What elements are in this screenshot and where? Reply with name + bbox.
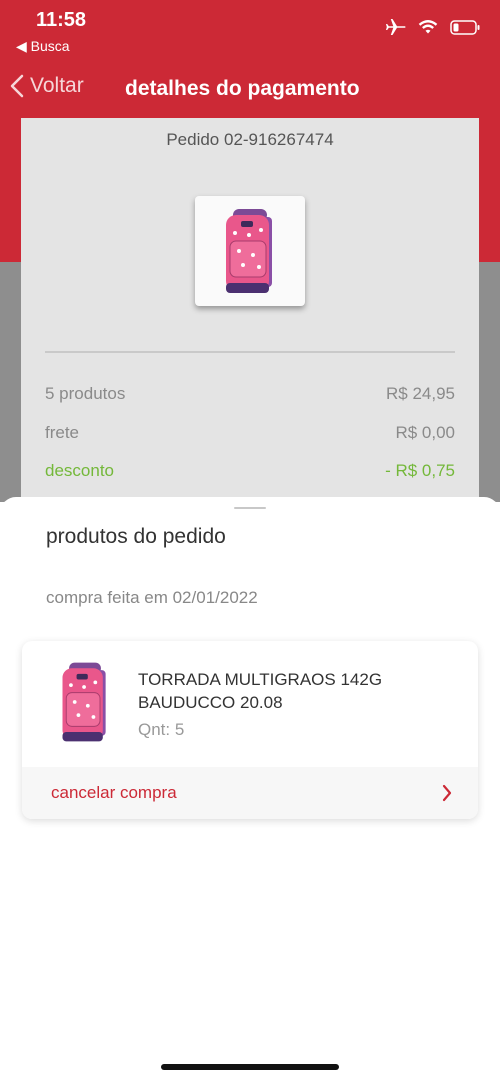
sheet-drag-handle[interactable]: [234, 507, 266, 509]
status-icons: [386, 18, 480, 41]
order-products-sheet: produtos do pedido compra feita em 02/01…: [0, 497, 500, 1082]
summary-row-products: 5 produtos R$ 24,95: [45, 384, 455, 404]
summary-label: 5 produtos: [45, 384, 126, 403]
summary-label: frete: [45, 423, 80, 442]
chevron-left-icon: [10, 74, 24, 98]
summary-row-shipping: frete R$ 0,00: [45, 423, 455, 443]
battery-icon: [450, 19, 480, 40]
product-thumbnail[interactable]: [195, 196, 305, 306]
airplane-icon: [386, 18, 406, 41]
back-button[interactable]: Voltar: [10, 74, 84, 98]
page-title: detalhes do pagamento: [125, 77, 360, 100]
wifi-icon: [418, 19, 438, 40]
home-indicator[interactable]: [161, 1064, 339, 1070]
summary-value: - R$ 0,75: [385, 461, 455, 480]
backpack-image: [226, 209, 272, 293]
summary-divider: [45, 351, 455, 353]
status-time: 11:58: [36, 9, 87, 31]
product-card: TORRADA MULTIGRAOS 142G BAUDUCCO 20.08 Q…: [22, 641, 478, 819]
chevron-right-icon: [442, 784, 452, 802]
back-label: Voltar: [30, 74, 84, 97]
summary-value: R$ 0,00: [395, 423, 455, 442]
product-quantity: Qnt: 5: [138, 720, 185, 739]
cancel-purchase-button[interactable]: cancelar compra: [22, 767, 478, 819]
summary-label: desconto: [45, 461, 114, 480]
navigation-bar: Voltar detalhes do pagamento: [0, 66, 500, 114]
purchase-date: compra feita em 02/01/2022: [46, 588, 258, 607]
order-number: Pedido 02-916267474: [166, 130, 334, 149]
back-to-app-link[interactable]: ◀ Busca: [16, 38, 70, 55]
cancel-purchase-label: cancelar compra: [51, 783, 177, 802]
backpack-image: [62, 662, 106, 742]
product-name: TORRADA MULTIGRAOS 142G BAUDUCCO 20.08: [138, 670, 383, 712]
order-card: Pedido 02-916267474 5 produtos R$ 24,95 …: [21, 118, 479, 508]
summary-value: R$ 24,95: [386, 384, 455, 403]
summary-row-discount: desconto - R$ 0,75: [45, 461, 455, 481]
product-image: [50, 657, 126, 747]
sheet-title: produtos do pedido: [46, 525, 226, 548]
